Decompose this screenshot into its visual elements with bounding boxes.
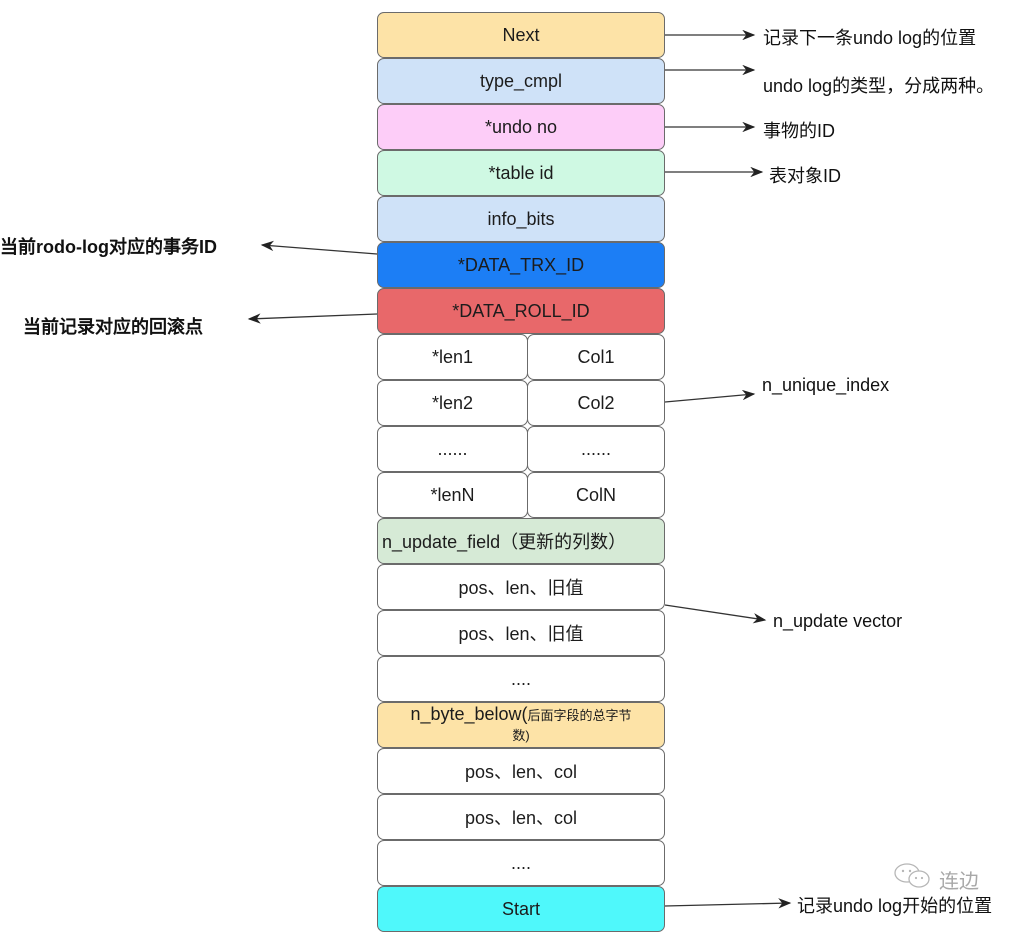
watermark: 连边 — [893, 862, 979, 896]
annotation-next: 记录下一条undo log的位置 — [763, 28, 977, 48]
annotation-unique-index: n_unique_index — [762, 375, 890, 395]
arrow-roll-id — [247, 313, 378, 324]
field-row: pos、len、col — [377, 794, 665, 840]
field-row: pos、len、旧值 — [377, 564, 665, 610]
length-cell: *len1 — [377, 334, 528, 380]
field-row: *table id — [377, 150, 665, 196]
field-row: *undo no — [377, 104, 665, 150]
field-row: info_bits — [377, 196, 665, 242]
field-label-note-cont: 数) — [512, 728, 530, 743]
field-label-note: 后面字段的总字节 — [527, 708, 632, 723]
field-label: Next — [502, 24, 540, 45]
field-label: pos、len、旧值 — [458, 624, 584, 644]
watermark-text: 连边 — [939, 870, 979, 893]
field-row: n_update_field（更新的列数） — [377, 518, 665, 564]
field-label: n_update_field（更新的列数） — [382, 532, 627, 552]
annotation-update-vector: n_update vector — [773, 611, 903, 631]
arrow-start — [664, 898, 792, 909]
field-row: *DATA_TRX_ID — [377, 242, 665, 288]
field-label: pos、len、col — [464, 762, 578, 782]
field-label: pos、len、旧值 — [458, 578, 584, 598]
field-pair-row: ............ — [377, 426, 665, 472]
field-label: n_byte_below(后面字段的总字节 — [410, 704, 631, 726]
field-row: pos、len、旧值 — [377, 610, 665, 656]
field-row: Next — [377, 12, 665, 58]
field-pair-row: *lenN ColN — [377, 472, 665, 518]
wechat-icon — [893, 862, 933, 896]
length-cell: *len2 — [377, 380, 528, 426]
column-cell: ColN — [527, 472, 665, 518]
annotation-trx-id: 当前rodo-log对应的事务ID — [0, 237, 217, 257]
arrow-update-vector — [664, 604, 767, 624]
field-label-main: n_byte_below( — [410, 704, 528, 724]
field-label: *undo no — [484, 116, 558, 137]
annotation-table-id: 表对象ID — [769, 166, 841, 186]
field-label: *table id — [488, 162, 554, 183]
column-cell: ...... — [527, 426, 665, 472]
field-pair-row: *len1 Col1 — [377, 334, 665, 380]
field-pair-row: *len2 Col2 — [377, 380, 665, 426]
field-row: .... — [377, 656, 665, 702]
annotation-type-cmpl: undo log的类型，分成两种。 — [763, 76, 995, 96]
field-label: pos、len、col — [464, 808, 578, 828]
column-cell: Col1 — [527, 334, 665, 380]
annotation-undo-no: 事物的ID — [763, 121, 835, 141]
field-label: *DATA_ROLL_ID — [452, 300, 590, 321]
field-row: .... — [377, 840, 665, 886]
field-row: *DATA_ROLL_ID — [377, 288, 665, 334]
annotation-roll-id: 当前记录对应的回滚点 — [23, 317, 203, 337]
field-row: type_cmpl — [377, 58, 665, 104]
field-row: Start — [377, 886, 665, 932]
arrow-unique-index — [664, 389, 756, 403]
field-label: .... — [510, 852, 531, 873]
column-cell: Col2 — [527, 380, 665, 426]
field-label: Start — [501, 898, 540, 919]
field-label: .... — [510, 668, 531, 689]
length-cell: ...... — [377, 426, 528, 472]
length-cell: *lenN — [377, 472, 528, 518]
field-row: pos、len、col — [377, 748, 665, 794]
arrow-trx-id — [260, 240, 378, 255]
field-label: info_bits — [487, 208, 555, 229]
field-label: type_cmpl — [479, 70, 563, 91]
field-row: n_byte_below(后面字段的总字节数) — [377, 702, 665, 748]
field-label: *DATA_TRX_ID — [457, 254, 585, 275]
